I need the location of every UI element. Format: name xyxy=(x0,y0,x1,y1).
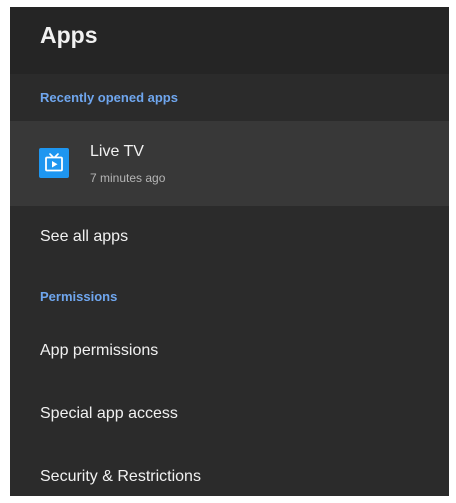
security-restrictions-item[interactable]: Security & Restrictions xyxy=(10,451,449,496)
app-last-opened: 7 minutes ago xyxy=(90,171,166,185)
section-header-recent: Recently opened apps xyxy=(40,90,178,105)
section-header-permissions: Permissions xyxy=(40,289,118,304)
app-permissions-item[interactable]: App permissions xyxy=(10,325,449,377)
recent-app-live-tv[interactable]: Live TV 7 minutes ago xyxy=(10,121,449,206)
app-name: Live TV xyxy=(90,143,144,160)
apps-panel: Apps Recently opened apps Live TV 7 minu… xyxy=(10,7,449,496)
live-tv-icon xyxy=(39,148,69,178)
panel-header: Apps xyxy=(10,7,449,74)
page-title: Apps xyxy=(40,22,98,48)
see-all-apps-item[interactable]: See all apps xyxy=(10,211,449,263)
special-app-access-item[interactable]: Special app access xyxy=(10,388,449,440)
